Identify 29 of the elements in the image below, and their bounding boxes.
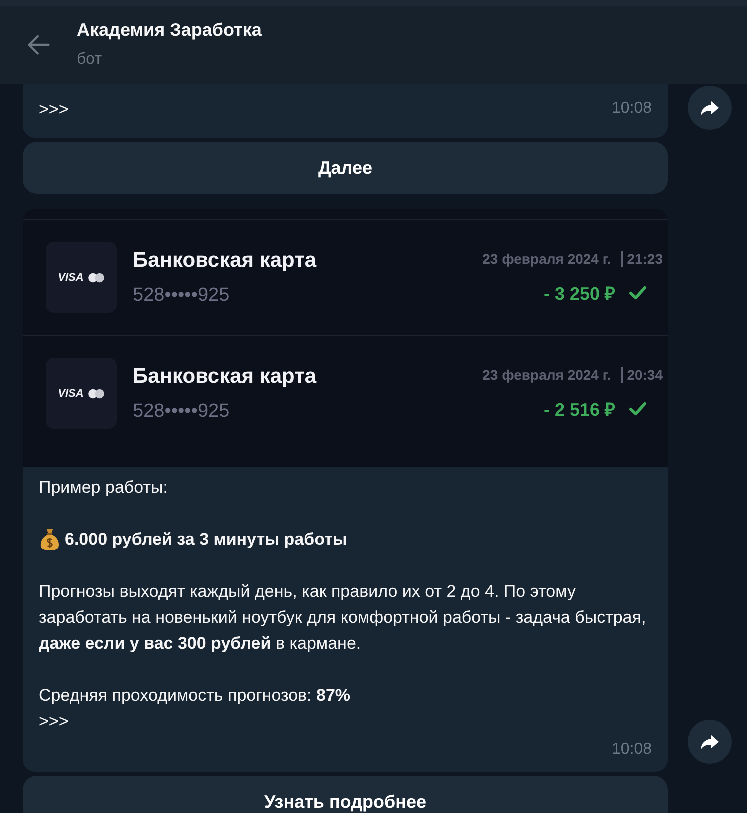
inline-button[interactable]: Узнать подробнее — [23, 776, 668, 813]
message-text: Прогнозы выходят каждый день, как правило их от 2 до 4. По этому заработать на новенький ноутбук для комфортной работы - задача быстрая, даже если у вас 300 рублей в кармане. — [39, 581, 648, 655]
forward-button[interactable] — [688, 86, 732, 130]
transaction-title: Банковская карта — [133, 248, 318, 272]
card-number: 528•••••925 — [133, 400, 231, 422]
message-text: 6.000 рублей за 3 минуты работы — [65, 529, 348, 551]
chat-title: Академия Заработка — [77, 20, 262, 40]
back-icon[interactable] — [26, 32, 52, 58]
transaction-amount: - 3 250 ₽ — [544, 282, 615, 304]
forward-button[interactable] — [688, 720, 732, 764]
message-text: >>> — [39, 99, 69, 121]
message-time: 10:08 — [612, 741, 652, 759]
money-bag-icon — [39, 527, 61, 553]
message-text: Пример работы: — [39, 477, 168, 499]
message-text: Средняя проходимость прогнозов: 87% >>> — [39, 685, 351, 733]
circles-icon — [88, 388, 105, 398]
card-number: 528•••••925 — [133, 284, 231, 306]
transaction-date: 23 февраля 2024 г. — [482, 250, 612, 266]
card-logo: VISA — [46, 242, 117, 313]
circles-icon — [88, 272, 105, 282]
message-time: 10:08 — [612, 100, 652, 118]
transaction-title: Банковская карта — [133, 364, 318, 388]
chat-subtitle: бот — [77, 50, 104, 68]
transaction-time: 20:34 — [621, 366, 663, 382]
transaction-time: 21:23 — [621, 250, 663, 266]
card-logo: VISA — [46, 358, 117, 429]
inline-button[interactable]: Далее — [23, 142, 668, 194]
transaction-date: 23 февраля 2024 г. — [482, 366, 612, 382]
transaction-amount: - 2 516 ₽ — [544, 398, 615, 420]
